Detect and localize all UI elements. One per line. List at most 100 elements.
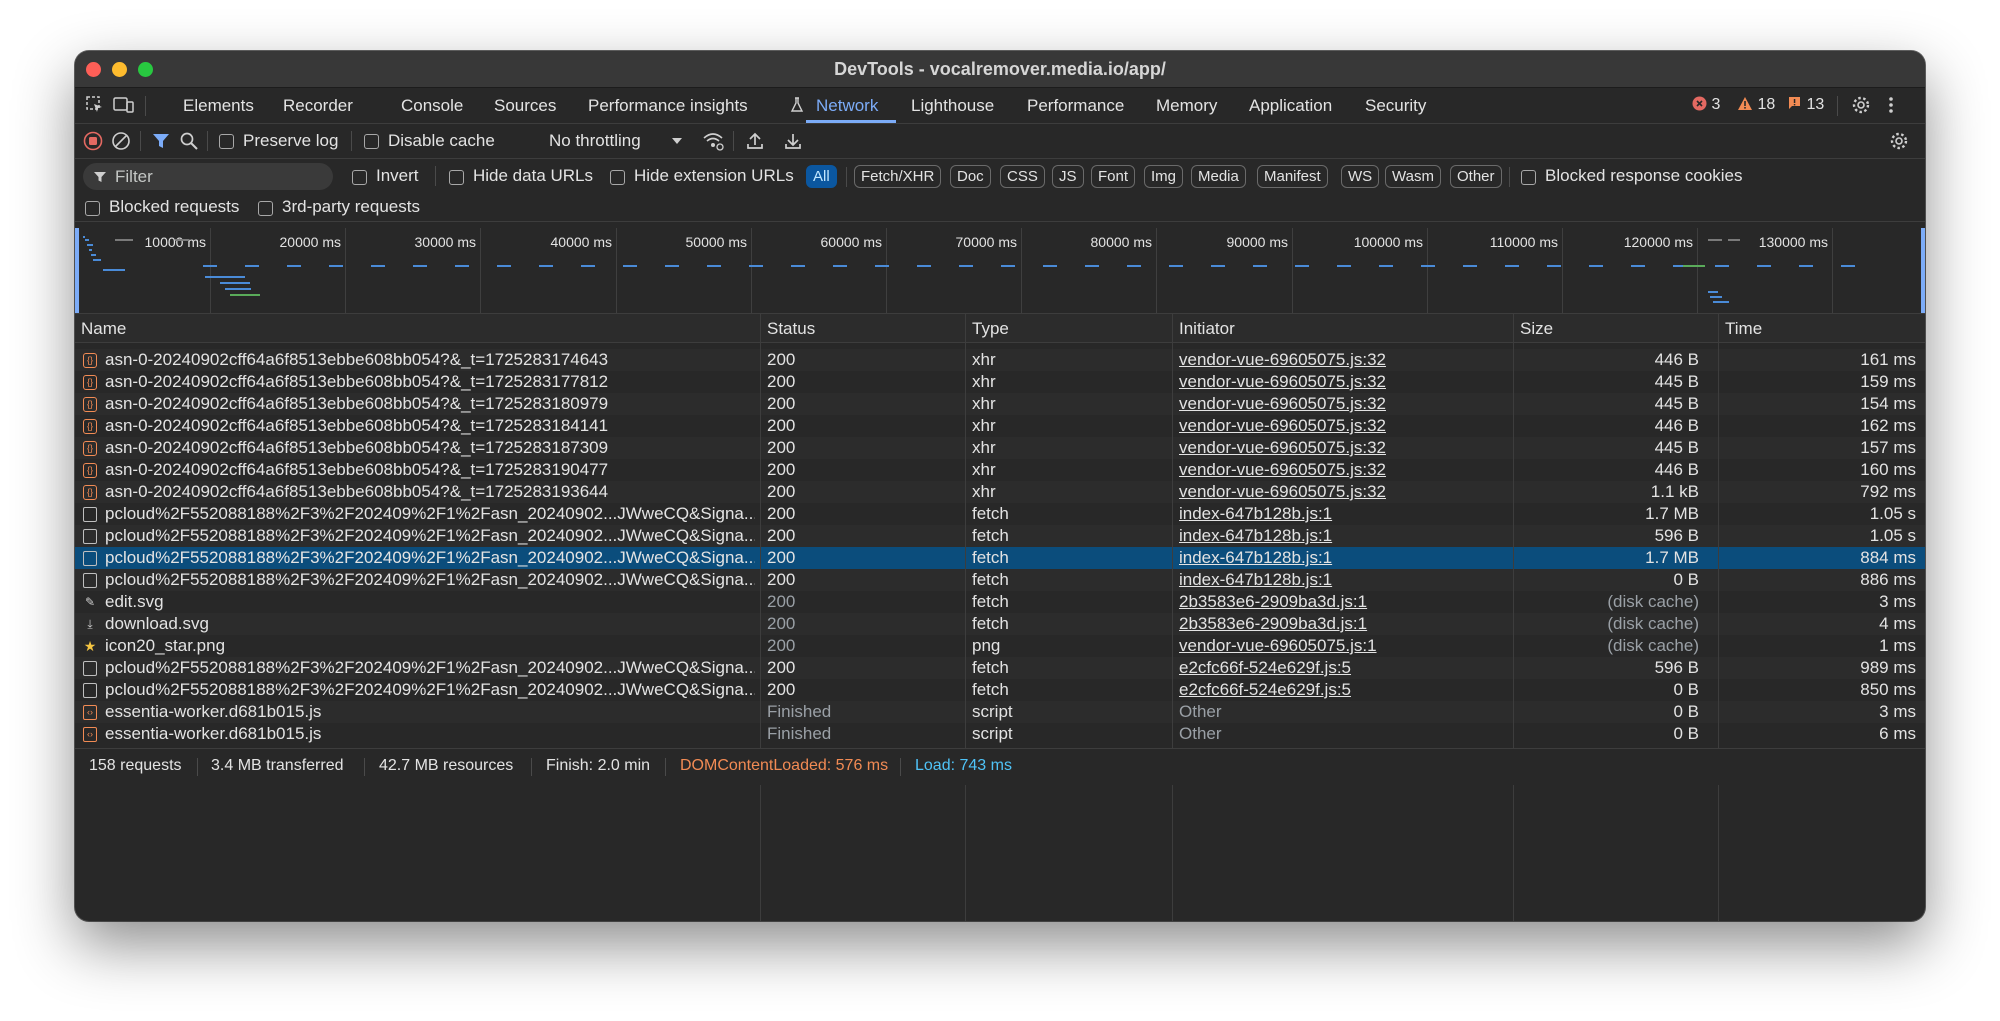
type-filter-css[interactable]: CSS: [1000, 165, 1045, 188]
request-initiator[interactable]: vendor-vue-69605075.js:32: [1179, 350, 1509, 370]
table-row[interactable]: pcloud%2F552088188%2F3%2F202409%2F1%2Fas…: [75, 503, 1925, 525]
issues-counter[interactable]: 13: [1787, 96, 1824, 114]
tab-performance-insights[interactable]: Performance insights: [588, 96, 748, 116]
column-header-status[interactable]: Status: [767, 319, 815, 339]
timeline-tick-label: 70000 ms: [955, 234, 1017, 250]
column-header-name[interactable]: Name: [81, 319, 126, 339]
type-filter-all[interactable]: All: [806, 165, 837, 188]
table-row[interactable]: {} asn-0-20240902cff64a6f8513ebbe608bb054…: [75, 481, 1925, 503]
warnings-counter[interactable]: 18: [1737, 96, 1775, 114]
column-header-size[interactable]: Size: [1520, 319, 1553, 339]
hide-data-urls-checkbox[interactable]: [449, 170, 464, 185]
disable-cache-checkbox[interactable]: [364, 134, 379, 149]
table-row[interactable]: ‹› essentia-worker.d681b015.js Finished scr…: [75, 723, 1925, 745]
network-overview-timeline[interactable]: 10000 ms 20000 ms 30000 ms 40000 ms 50000 ms…: [75, 228, 1925, 314]
filter-funnel-icon[interactable]: [151, 131, 171, 151]
request-initiator[interactable]: index-647b128b.js:1: [1179, 548, 1509, 568]
type-filter-doc[interactable]: Doc: [950, 165, 991, 188]
table-row[interactable]: pcloud%2F552088188%2F3%2F202409%2F1%2Fas…: [75, 679, 1925, 701]
export-har-icon[interactable]: [783, 131, 803, 151]
device-toolbar-icon[interactable]: [113, 95, 135, 115]
request-status: 200: [767, 460, 796, 479]
tab-console[interactable]: Console: [401, 96, 463, 116]
tab-recorder[interactable]: Recorder: [283, 96, 353, 116]
third-party-requests-checkbox[interactable]: [258, 201, 273, 216]
column-header-initiator[interactable]: Initiator: [1179, 319, 1235, 339]
request-initiator[interactable]: vendor-vue-69605075.js:32: [1179, 394, 1509, 414]
tab-memory[interactable]: Memory: [1156, 96, 1217, 116]
more-options-icon[interactable]: [1887, 95, 1895, 115]
blocked-response-cookies-checkbox[interactable]: [1521, 170, 1536, 185]
filter-input[interactable]: Filter: [83, 163, 333, 190]
column-header-type[interactable]: Type: [972, 319, 1009, 339]
tab-lighthouse[interactable]: Lighthouse: [911, 96, 994, 116]
timeline-request-bar: [230, 294, 260, 296]
tab-elements[interactable]: Elements: [183, 96, 254, 116]
request-size: (disk cache): [1607, 614, 1699, 633]
stop-recording-icon[interactable]: [83, 131, 103, 151]
request-initiator[interactable]: index-647b128b.js:1: [1179, 526, 1509, 546]
column-header-time[interactable]: Time: [1725, 319, 1762, 339]
type-filter-font[interactable]: Font: [1091, 165, 1136, 188]
request-initiator[interactable]: vendor-vue-69605075.js:32: [1179, 416, 1509, 436]
table-row[interactable]: pcloud%2F552088188%2F3%2F202409%2F1%2Fas…: [75, 569, 1925, 591]
type-filter-img[interactable]: Img: [1144, 165, 1184, 188]
table-row[interactable]: {} asn-0-20240902cff64a6f8513ebbe608bb054…: [75, 459, 1925, 481]
type-filter-ws[interactable]: WS: [1341, 165, 1380, 188]
table-row[interactable]: ⤓ download.svg 200 fetch 2b3583e6-2909ba3d.j…: [75, 613, 1925, 635]
request-initiator[interactable]: index-647b128b.js:1: [1179, 570, 1509, 590]
blocked-requests-checkbox[interactable]: [85, 201, 100, 216]
network-conditions-icon[interactable]: [702, 131, 724, 151]
type-filter-media[interactable]: Media: [1191, 165, 1246, 188]
table-row[interactable]: {} asn-0-20240902cff64a6f8513ebbe608bb054…: [75, 349, 1925, 371]
invert-checkbox[interactable]: [352, 170, 367, 185]
search-icon[interactable]: [179, 131, 199, 151]
request-type: fetch: [972, 592, 1009, 611]
table-row[interactable]: pcloud%2F552088188%2F3%2F202409%2F1%2Fas…: [75, 525, 1925, 547]
table-row[interactable]: ‹› essentia-worker.d681b015.js Finished scr…: [75, 701, 1925, 723]
timeline-left-handle[interactable]: [75, 228, 79, 313]
table-row[interactable]: ★ icon20_star.png 200 png vendor-vue-6960507…: [75, 635, 1925, 657]
request-time: 884 ms: [1860, 548, 1916, 567]
request-initiator[interactable]: vendor-vue-69605075.js:32: [1179, 372, 1509, 392]
inspect-element-icon[interactable]: [85, 95, 105, 115]
request-initiator[interactable]: vendor-vue-69605075.js:32: [1179, 460, 1509, 480]
table-row[interactable]: {} asn-0-20240902cff64a6f8513ebbe608bb054…: [75, 415, 1925, 437]
tab-security[interactable]: Security: [1365, 96, 1426, 116]
request-initiator[interactable]: e2cfc66f-524e629f.js:5: [1179, 658, 1509, 678]
type-filter-fetch-xhr[interactable]: Fetch/XHR: [854, 165, 942, 188]
disable-cache-label: Disable cache: [388, 131, 495, 150]
request-initiator[interactable]: vendor-vue-69605075.js:32: [1179, 438, 1509, 458]
table-row[interactable]: ✎ edit.svg 200 fetch 2b3583e6-2909ba3d.js:1 (…: [75, 591, 1925, 613]
table-row[interactable]: pcloud%2F552088188%2F3%2F202409%2F1%2Fas…: [75, 547, 1925, 569]
request-initiator[interactable]: index-647b128b.js:1: [1179, 504, 1509, 524]
table-row[interactable]: {} asn-0-20240902cff64a6f8513ebbe608bb054…: [75, 371, 1925, 393]
tab-network[interactable]: Network: [816, 96, 878, 116]
type-filter-wasm[interactable]: Wasm: [1385, 165, 1441, 188]
table-row[interactable]: pcloud%2F552088188%2F3%2F202409%2F1%2Fas…: [75, 657, 1925, 679]
throttling-select[interactable]: No throttling: [549, 124, 687, 158]
timeline-gridline: [345, 228, 346, 313]
type-filter-manifest[interactable]: Manifest: [1257, 165, 1328, 188]
import-har-icon[interactable]: [745, 131, 765, 151]
settings-gear-icon[interactable]: [1851, 95, 1871, 115]
request-initiator[interactable]: e2cfc66f-524e629f.js:5: [1179, 680, 1509, 700]
tab-sources[interactable]: Sources: [494, 96, 556, 116]
table-row[interactable]: {} asn-0-20240902cff64a6f8513ebbe608bb054…: [75, 393, 1925, 415]
clear-icon[interactable]: [111, 131, 131, 151]
hide-extension-urls-checkbox[interactable]: [610, 170, 625, 185]
errors-counter[interactable]: 3: [1692, 96, 1720, 114]
table-row[interactable]: {} asn-0-20240902cff64a6f8513ebbe608bb054…: [75, 437, 1925, 459]
preserve-log-checkbox[interactable]: [219, 134, 234, 149]
request-status: 200: [767, 548, 796, 567]
type-filter-js[interactable]: JS: [1052, 165, 1084, 188]
network-settings-gear-icon[interactable]: [1889, 131, 1909, 151]
tab-performance[interactable]: Performance: [1027, 96, 1124, 116]
request-initiator[interactable]: 2b3583e6-2909ba3d.js:1: [1179, 592, 1509, 612]
type-filter-other[interactable]: Other: [1450, 165, 1502, 188]
request-initiator[interactable]: vendor-vue-69605075.js:32: [1179, 482, 1509, 502]
request-initiator[interactable]: vendor-vue-69605075.js:1: [1179, 636, 1509, 656]
tab-application[interactable]: Application: [1249, 96, 1332, 116]
request-type: xhr: [972, 394, 996, 413]
request-initiator[interactable]: 2b3583e6-2909ba3d.js:1: [1179, 614, 1509, 634]
